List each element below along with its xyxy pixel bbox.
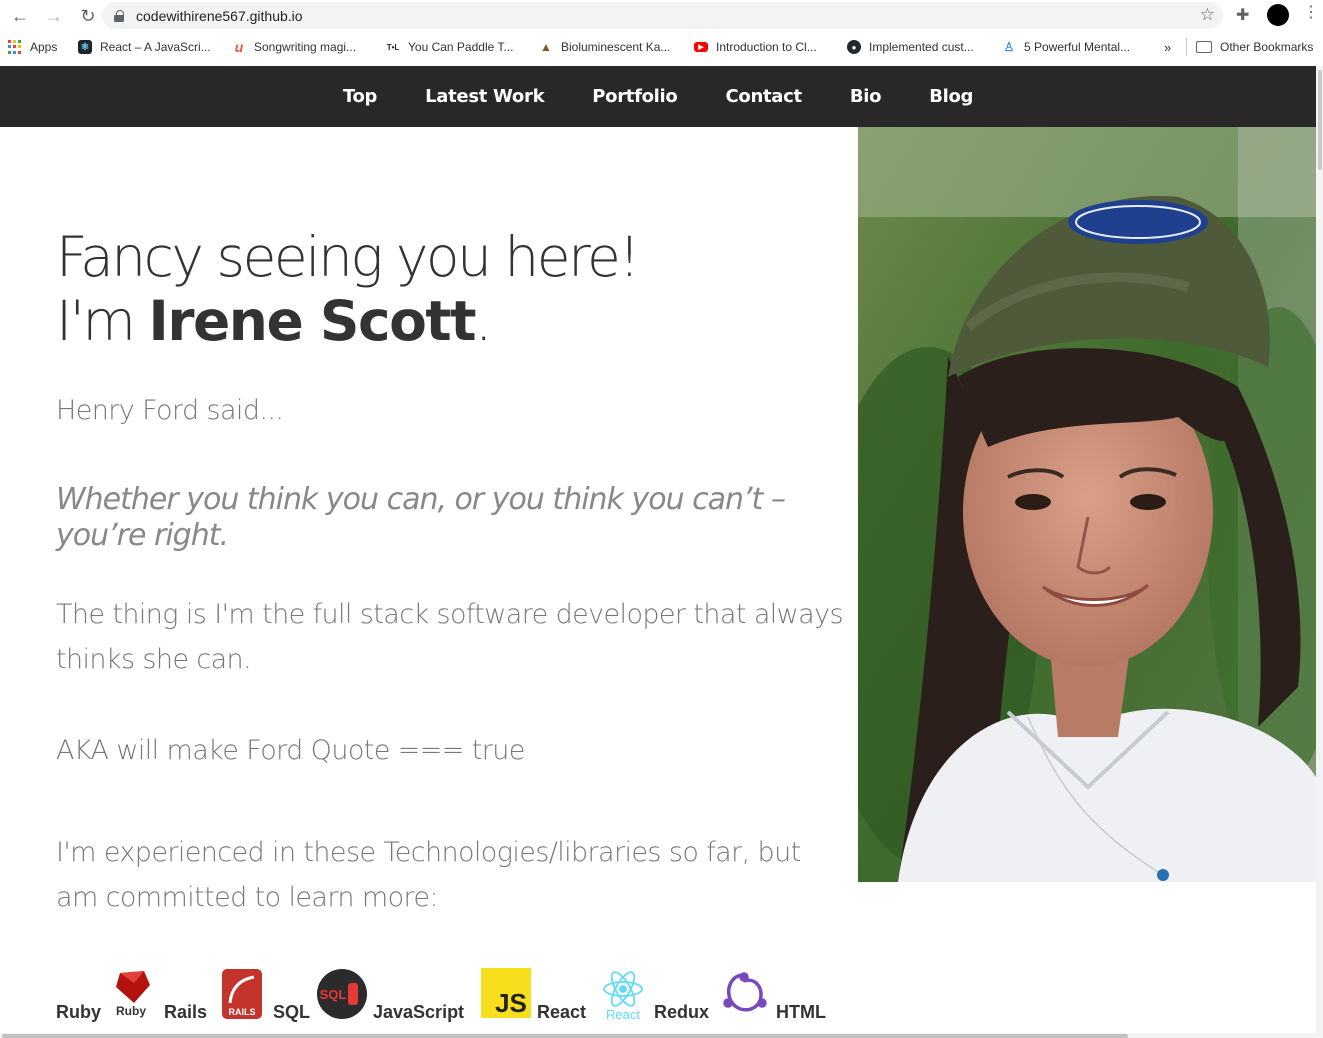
hero-prefix: I'm bbox=[56, 289, 149, 353]
vertical-scrollbar-thumb[interactable] bbox=[1318, 70, 1322, 170]
nav-top[interactable]: Top bbox=[343, 86, 378, 107]
bookmark-paddle[interactable]: T•L You Can Paddle T... bbox=[386, 37, 514, 57]
rails-logo-icon: RAILS bbox=[222, 969, 262, 1019]
bookmark-songwriting[interactable]: u Songwriting magi... bbox=[232, 37, 356, 57]
hero-heading: Fancy seeing you here! I'm Irene Scott. bbox=[56, 225, 640, 353]
bookmark-mental[interactable]: ♙ 5 Powerful Mental... bbox=[1002, 37, 1130, 57]
lock-icon[interactable] bbox=[114, 9, 124, 22]
github-icon: ● bbox=[847, 40, 861, 54]
js-logo-text: JS bbox=[495, 988, 527, 1018]
other-bookmarks-label: Other Bookmarks bbox=[1220, 40, 1314, 54]
hero-name: Irene Scott bbox=[148, 289, 476, 353]
bookmarks-bar: Apps ⚛ React – A JavaScri... u Songwriti… bbox=[0, 34, 1323, 60]
bookmarks-overflow-chevron[interactable]: » bbox=[1164, 37, 1171, 57]
bookmark-bioluminescent[interactable]: ▲ Bioluminescent Ka... bbox=[539, 37, 670, 57]
technologies-row: Ruby Ruby Rails RAILS SQL SQL JavaScript… bbox=[56, 965, 846, 1027]
ruby-logo-text: Ruby bbox=[116, 1004, 146, 1018]
vertical-scrollbar[interactable] bbox=[1316, 66, 1323, 1038]
rails-logo-text: RAILS bbox=[229, 1007, 256, 1017]
sql-logo-text: SQL bbox=[320, 987, 347, 1002]
tech-label-html: HTML bbox=[776, 1002, 826, 1022]
henry-ford-said: Henry Ford said... bbox=[56, 395, 284, 426]
bookmark-star-icon[interactable]: ☆ bbox=[1200, 5, 1215, 25]
tech-label-react: React bbox=[537, 1002, 587, 1022]
react-icon: ⚛ bbox=[78, 40, 92, 54]
tl-icon: T•L bbox=[386, 42, 400, 52]
profile-photo-image bbox=[858, 127, 1316, 882]
tech-label-redux: Redux bbox=[654, 1002, 710, 1022]
react-logo-icon: React bbox=[603, 971, 643, 1021]
experienced-paragraph: I'm experienced in these Technologies/li… bbox=[56, 837, 801, 913]
folder-icon bbox=[1196, 41, 1212, 53]
other-bookmarks[interactable]: Other Bookmarks bbox=[1196, 37, 1313, 57]
asana-icon: ♙ bbox=[1003, 40, 1015, 54]
hero-suffix: . bbox=[475, 289, 492, 353]
bookmark-label: Songwriting magi... bbox=[254, 40, 357, 54]
bookmark-youtube[interactable]: ▶ Introduction to Cl... bbox=[694, 37, 817, 57]
redux-logo-icon bbox=[723, 972, 767, 1012]
site-navbar: Top Latest Work Portfolio Contact Bio Bl… bbox=[0, 66, 1316, 127]
bookmark-label: React – A JavaScri... bbox=[100, 40, 211, 54]
profile-avatar[interactable] bbox=[1267, 4, 1289, 26]
forward-arrow-icon[interactable]: → bbox=[42, 4, 66, 28]
full-stack-paragraph: The thing is I'm the full stack software… bbox=[56, 599, 844, 675]
bookmark-react[interactable]: ⚛ React – A JavaScri... bbox=[78, 37, 211, 57]
tech-label-sql: SQL bbox=[273, 1002, 311, 1022]
bookmark-label: Introduction to Cl... bbox=[716, 40, 817, 54]
kayak-icon: ▲ bbox=[540, 40, 552, 54]
bookmark-label: 5 Powerful Mental... bbox=[1024, 40, 1131, 54]
url-text[interactable]: codewithirene567.github.io bbox=[136, 8, 303, 24]
bookmarks-separator bbox=[1186, 38, 1187, 56]
ford-quote: Whether you think you can, or you think … bbox=[56, 482, 786, 553]
profile-photo bbox=[858, 127, 1316, 882]
nav-blog[interactable]: Blog bbox=[929, 86, 973, 107]
apps-grid-icon bbox=[8, 40, 22, 54]
bookmark-label: Implemented cust... bbox=[869, 40, 974, 54]
javascript-logo-icon: JS bbox=[481, 968, 531, 1018]
bookmark-label: Apps bbox=[30, 40, 58, 54]
hero-line1: Fancy seeing you here! bbox=[56, 225, 640, 289]
sql-logo-icon: SQL bbox=[317, 969, 367, 1019]
extensions-puzzle-icon[interactable]: ✚ bbox=[1236, 5, 1249, 25]
tech-label-rails: Rails bbox=[164, 1002, 208, 1022]
reload-icon[interactable]: ↻ bbox=[76, 4, 100, 28]
nav-latest-work[interactable]: Latest Work bbox=[425, 86, 544, 107]
browser-menu-icon[interactable]: ⋮ bbox=[1303, 5, 1319, 21]
nav-contact[interactable]: Contact bbox=[726, 86, 803, 107]
bookmark-github[interactable]: ● Implemented cust... bbox=[847, 37, 974, 57]
nav-bio[interactable]: Bio bbox=[850, 86, 882, 107]
horizontal-scrollbar-thumb[interactable] bbox=[2, 1034, 1128, 1038]
tech-label-ruby: Ruby bbox=[56, 1002, 101, 1022]
react-logo-text: React bbox=[606, 1007, 640, 1021]
bookmark-apps[interactable]: Apps bbox=[8, 37, 57, 57]
address-bar[interactable]: codewithirene567.github.io ☆ bbox=[102, 2, 1223, 29]
udemy-icon: u bbox=[234, 39, 244, 55]
aka-paragraph: AKA will make Ford Quote === true bbox=[56, 735, 525, 766]
tech-label-javascript: JavaScript bbox=[373, 1002, 465, 1022]
bookmark-label: Bioluminescent Ka... bbox=[561, 40, 671, 54]
ruby-logo-icon: Ruby bbox=[116, 971, 150, 1018]
nav-portfolio[interactable]: Portfolio bbox=[592, 86, 678, 107]
bookmark-label: You Can Paddle T... bbox=[408, 40, 514, 54]
back-arrow-icon[interactable]: ← bbox=[8, 4, 32, 28]
youtube-icon: ▶ bbox=[694, 42, 708, 52]
